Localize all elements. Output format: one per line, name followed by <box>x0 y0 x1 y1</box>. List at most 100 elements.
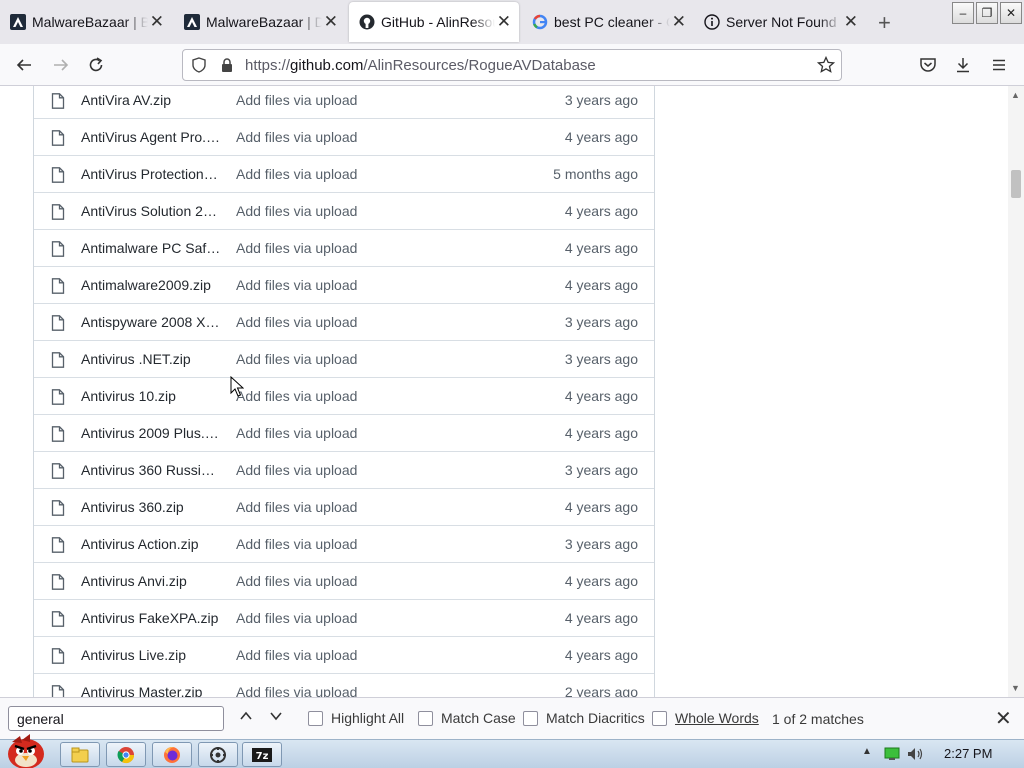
commit-message-link[interactable]: Add files via upload <box>236 277 357 293</box>
file-row[interactable]: Antivirus Master.zip Add files via upload… <box>34 674 654 697</box>
file-row[interactable]: Antivirus Action.zip Add files via upload… <box>34 526 654 563</box>
file-row[interactable]: Antimalware PC Safety.zip Add files via u… <box>34 230 654 267</box>
file-name-link[interactable]: AntiVira AV.zip <box>81 92 221 108</box>
commit-message-link[interactable]: Add files via upload <box>236 536 357 552</box>
file-name-link[interactable]: Antivirus .NET.zip <box>81 351 221 367</box>
restore-icon[interactable]: ❐ <box>976 2 998 24</box>
reload-icon[interactable] <box>85 54 107 76</box>
address-bar[interactable]: https://github.com/AlinResources/RogueAV… <box>182 49 842 81</box>
file-row[interactable]: Antivirus .NET.zip Add files via upload 3 … <box>34 341 654 378</box>
scroll-down-icon[interactable]: ▼ <box>1011 683 1020 693</box>
taskbar-chrome-icon[interactable] <box>106 742 146 767</box>
file-row[interactable]: Antivirus 2009 Plus.zip Add files via upl… <box>34 415 654 452</box>
commit-message-link[interactable]: Add files via upload <box>236 684 357 697</box>
checkbox-box[interactable] <box>308 710 323 726</box>
commit-message-link[interactable]: Add files via upload <box>236 240 357 256</box>
file-name-link[interactable]: Antivirus Action.zip <box>81 536 221 552</box>
lock-icon[interactable] <box>219 57 235 78</box>
tab-malwarebazaar-browse[interactable]: MalwareBazaar | Browse ✕ <box>0 0 172 44</box>
file-name-link[interactable]: AntiVirus Solution 2010.zip <box>81 203 221 219</box>
commit-message-link[interactable]: Add files via upload <box>236 647 357 663</box>
downloads-icon[interactable] <box>952 54 974 76</box>
commit-message-link[interactable]: Add files via upload <box>236 499 357 515</box>
menu-icon[interactable] <box>988 54 1010 76</box>
file-row[interactable]: Antivirus Live.zip Add files via upload 4 … <box>34 637 654 674</box>
commit-message-link[interactable]: Add files via upload <box>236 610 357 626</box>
tracking-protection-icon[interactable] <box>191 57 207 78</box>
match-case-checkbox[interactable]: Match Case <box>418 710 516 726</box>
network-icon[interactable] <box>884 747 900 766</box>
close-tab-icon[interactable]: ✕ <box>672 12 686 32</box>
tab-google-search[interactable]: best PC cleaner - Google Search ✕ <box>522 0 694 44</box>
file-name-link[interactable]: Antivirus FakeXPA.zip <box>81 610 221 626</box>
file-row[interactable]: Antispyware 2008 XP.zip Add files via upl… <box>34 304 654 341</box>
file-name-link[interactable]: Antivirus 10.zip <box>81 388 221 404</box>
file-row[interactable]: AntiVirus Protection 2010.zip Add files v… <box>34 156 654 193</box>
tab-github[interactable]: GitHub - AlinResources/RogueAVDatabase ✕ <box>349 2 519 42</box>
close-tab-icon[interactable]: ✕ <box>497 12 511 32</box>
taskbar-7zip-icon[interactable]: 7z <box>242 742 282 767</box>
file-row[interactable]: Antivirus 360.zip Add files via upload 4 y… <box>34 489 654 526</box>
file-name-link[interactable]: Antivirus 360 Russian.zip <box>81 462 221 478</box>
checkbox-box[interactable] <box>652 710 667 726</box>
close-tab-icon[interactable]: ✕ <box>324 12 338 32</box>
taskbar-explorer-icon[interactable] <box>60 742 100 767</box>
file-row[interactable]: AntiVirus Solution 2010.zip Add files via… <box>34 193 654 230</box>
file-name-link[interactable]: Antivirus Anvi.zip <box>81 573 221 589</box>
close-find-bar-icon[interactable]: ✕ <box>995 706 1012 731</box>
file-row[interactable]: Antimalware2009.zip Add files via upload 4… <box>34 267 654 304</box>
file-row[interactable]: Antivirus Anvi.zip Add files via upload 4 … <box>34 563 654 600</box>
file-name-link[interactable]: Antivirus Live.zip <box>81 647 221 663</box>
file-row[interactable]: Antivirus FakeXPA.zip Add files via uploa… <box>34 600 654 637</box>
pocket-icon[interactable] <box>917 54 939 76</box>
tray-expand-icon[interactable]: ▲ <box>862 746 872 757</box>
highlight-all-checkbox[interactable]: Highlight All <box>308 710 404 726</box>
commit-message-link[interactable]: Add files via upload <box>236 92 357 108</box>
start-button-icon[interactable] <box>2 732 48 768</box>
file-row[interactable]: Antivirus 10.zip Add files via upload 4 ye… <box>34 378 654 415</box>
commit-message-link[interactable]: Add files via upload <box>236 462 357 478</box>
checkbox-box[interactable] <box>418 710 433 726</box>
close-tab-icon[interactable]: ✕ <box>844 12 858 32</box>
file-name-link[interactable]: Antimalware PC Safety.zip <box>81 240 221 256</box>
taskbar-app-icon[interactable] <box>198 742 238 767</box>
commit-message-link[interactable]: Add files via upload <box>236 388 357 404</box>
file-row[interactable]: AntiVirus Agent Pro.zip Add files via upl… <box>34 119 654 156</box>
file-name-link[interactable]: AntiVirus Protection 2010.zip <box>81 166 221 182</box>
close-tab-icon[interactable]: ✕ <box>150 12 164 32</box>
back-icon[interactable] <box>13 54 35 76</box>
volume-icon[interactable] <box>907 747 925 766</box>
file-row[interactable]: Antivirus 360 Russian.zip Add files via u… <box>34 452 654 489</box>
new-tab-icon[interactable]: + <box>878 10 891 36</box>
file-name-link[interactable]: Antivirus 2009 Plus.zip <box>81 425 221 441</box>
bookmark-star-icon[interactable] <box>816 55 836 79</box>
commit-message-link[interactable]: Add files via upload <box>236 314 357 330</box>
commit-message-link[interactable]: Add files via upload <box>236 129 357 145</box>
commit-message-link[interactable]: Add files via upload <box>236 166 357 182</box>
whole-words-checkbox[interactable]: Whole Words <box>652 710 759 726</box>
minimize-icon[interactable]: – <box>952 2 974 24</box>
taskbar-firefox-icon[interactable] <box>152 742 192 767</box>
find-previous-icon[interactable] <box>238 708 254 729</box>
find-next-icon[interactable] <box>268 708 284 729</box>
tab-malwarebazaar-download[interactable]: MalwareBazaar | Download ✕ <box>174 0 346 44</box>
file-name-link[interactable]: Antivirus Master.zip <box>81 684 221 697</box>
file-name-link[interactable]: Antivirus 360.zip <box>81 499 221 515</box>
commit-message-link[interactable]: Add files via upload <box>236 351 357 367</box>
file-row[interactable]: AntiVira AV.zip Add files via upload 3 yea… <box>34 86 654 119</box>
find-input[interactable] <box>8 706 224 731</box>
close-window-icon[interactable]: ✕ <box>1000 2 1022 24</box>
commit-message-link[interactable]: Add files via upload <box>236 203 357 219</box>
file-name-link[interactable]: Antispyware 2008 XP.zip <box>81 314 221 330</box>
commit-message-link[interactable]: Add files via upload <box>236 573 357 589</box>
file-name-link[interactable]: AntiVirus Agent Pro.zip <box>81 129 221 145</box>
scroll-up-icon[interactable]: ▲ <box>1011 90 1020 100</box>
taskbar-clock[interactable]: 2:27 PM <box>944 746 992 761</box>
commit-message-link[interactable]: Add files via upload <box>236 425 357 441</box>
match-diacritics-checkbox[interactable]: Match Diacritics <box>523 710 645 726</box>
file-name-link[interactable]: Antimalware2009.zip <box>81 277 221 293</box>
checkbox-box[interactable] <box>523 710 538 726</box>
scrollbar-thumb[interactable] <box>1011 170 1021 198</box>
tab-server-not-found[interactable]: Server Not Found ✕ <box>694 0 866 44</box>
vertical-scrollbar[interactable]: ▲ ▼ <box>1008 86 1024 697</box>
